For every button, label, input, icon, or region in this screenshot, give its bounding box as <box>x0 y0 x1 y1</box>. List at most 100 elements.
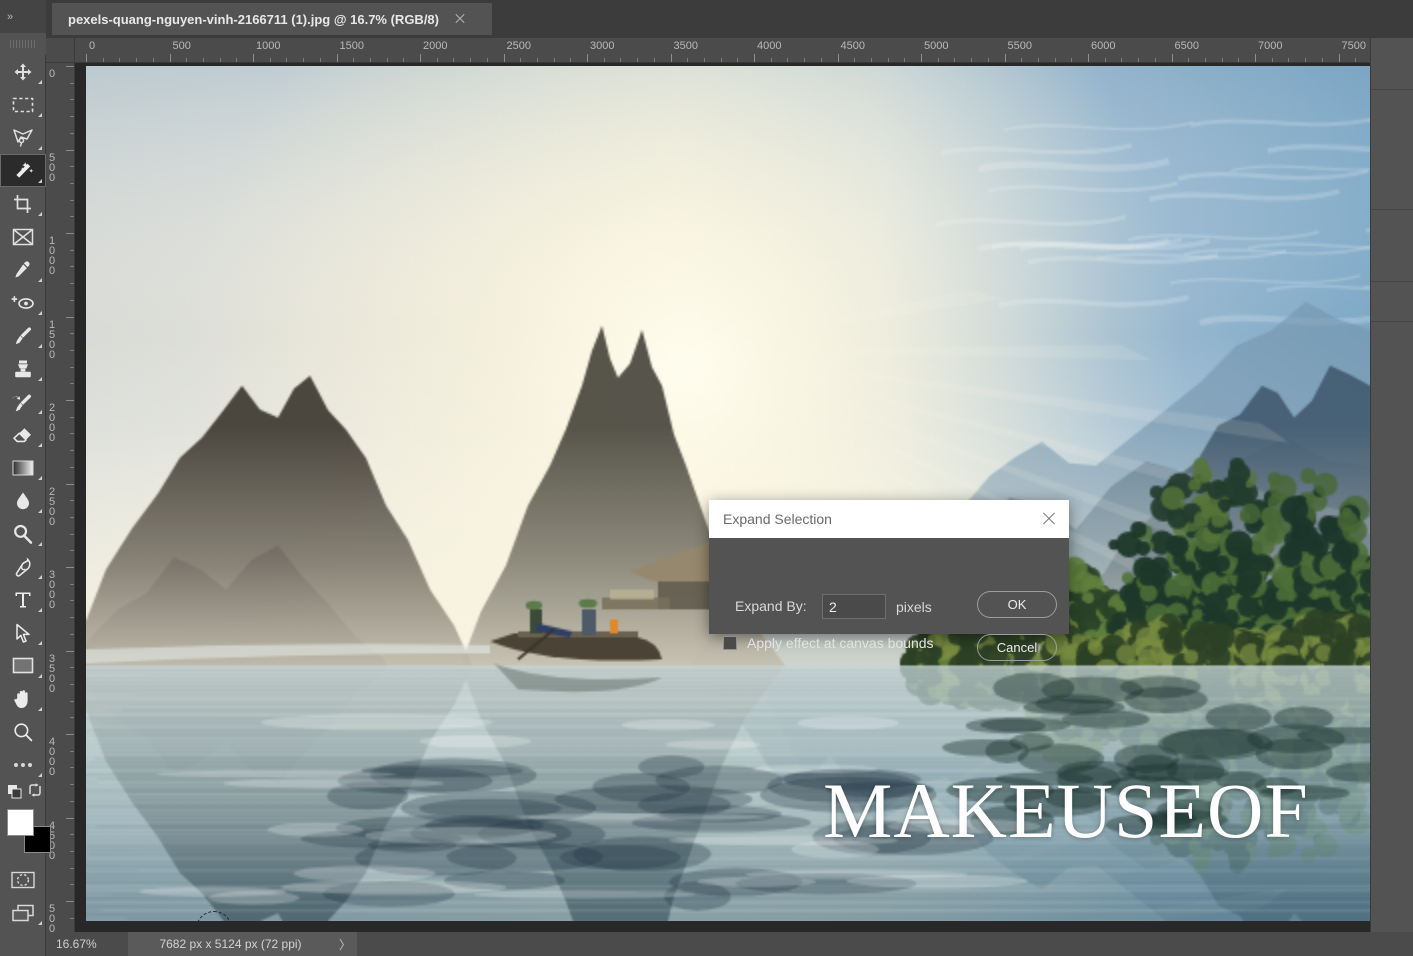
ruler-tick <box>66 734 74 735</box>
ruler-minor-tick <box>453 58 454 62</box>
apply-at-canvas-bounds-checkbox[interactable]: Apply effect at canvas bounds <box>723 635 934 651</box>
move-icon <box>13 62 33 82</box>
dialog-body: Expand By: pixels Apply effect at canvas… <box>709 538 1069 634</box>
ruler-minor-tick <box>220 58 221 62</box>
right-panel-dock[interactable] <box>1370 0 1413 956</box>
ruler-minor-tick <box>70 550 74 551</box>
image-canvas[interactable]: MAKEUSEOF <box>86 66 1370 921</box>
ruler-minor-tick <box>721 58 722 62</box>
ruler-tick <box>66 651 74 652</box>
flyout-corner-icon <box>38 80 42 84</box>
ruler-minor-tick <box>320 58 321 62</box>
frame-tool[interactable] <box>0 220 46 253</box>
status-expand-arrow-icon[interactable]: 〉 <box>333 932 357 956</box>
zoom-level-field[interactable]: 16.67% <box>46 932 128 956</box>
rectangle-shape-icon <box>12 657 34 674</box>
toolbar-drag-handle[interactable] <box>0 33 46 55</box>
magic-wand-tool[interactable] <box>0 154 46 187</box>
expand-selection-dialog[interactable]: Expand Selection Expand By: pixels Apply… <box>709 500 1069 634</box>
ruler-label: 3000 <box>590 40 614 52</box>
document-dimensions-info: 7682 px x 5124 px (72 ppi) <box>128 932 333 956</box>
cancel-button[interactable]: Cancel <box>977 634 1057 661</box>
eraser-icon <box>12 426 34 444</box>
ruler-minor-tick <box>70 667 74 668</box>
horizontal-ruler[interactable]: 0 500 1000 1500 2000 2500 3000 3500 4000 4500 5000… <box>75 38 1370 63</box>
ruler-minor-tick <box>70 600 74 601</box>
document-tab[interactable]: pexels-quang-nguyen-vinh-2166711 (1).jpg… <box>52 3 492 35</box>
spot-healing-tool[interactable] <box>0 286 46 319</box>
ruler-minor-tick <box>403 58 404 62</box>
ruler-label: 0 <box>49 69 59 79</box>
ruler-minor-tick <box>70 517 74 518</box>
eyedropper-icon <box>12 260 34 280</box>
edit-toolbar-button[interactable] <box>0 748 46 781</box>
brush-tool[interactable] <box>0 319 46 352</box>
swap-colors-icon[interactable] <box>28 783 42 797</box>
ruler-tick <box>420 54 421 62</box>
ruler-minor-tick <box>1055 58 1056 62</box>
lasso-tool[interactable] <box>0 121 46 154</box>
ruler-tick <box>170 54 171 62</box>
close-icon[interactable] <box>1041 511 1057 527</box>
ruler-minor-tick <box>70 367 74 368</box>
eraser-tool[interactable] <box>0 418 46 451</box>
flyout-corner-icon <box>38 113 42 117</box>
canvas-area[interactable]: MAKEUSEOF <box>75 63 1370 932</box>
ruler-minor-tick <box>70 851 74 852</box>
checkbox-box-icon[interactable] <box>723 636 737 650</box>
zoom-tool[interactable] <box>0 715 46 748</box>
eyedropper-tool[interactable] <box>0 253 46 286</box>
hand-tool[interactable] <box>0 682 46 715</box>
ruler-minor-tick <box>70 200 74 201</box>
right-dock-slot[interactable] <box>1371 210 1413 282</box>
history-brush-tool[interactable] <box>0 385 46 418</box>
pen-tool[interactable] <box>0 550 46 583</box>
right-dock-slot[interactable] <box>1371 90 1413 210</box>
crop-tool[interactable] <box>0 187 46 220</box>
ruler-tick <box>66 150 74 151</box>
ruler-label: 3 5 0 0 <box>49 654 59 694</box>
screen-mode-button[interactable] <box>0 896 46 929</box>
clone-stamp-tool[interactable] <box>0 352 46 385</box>
right-dock-slot[interactable] <box>1371 38 1413 90</box>
ruler-minor-tick <box>70 183 74 184</box>
ruler-minor-tick <box>70 266 74 267</box>
ruler-label: 4000 <box>757 40 781 52</box>
shape-tool[interactable] <box>0 649 46 682</box>
default-colors-icon[interactable] <box>8 785 22 799</box>
ruler-tick <box>587 54 588 62</box>
quick-mask-button[interactable] <box>0 863 46 896</box>
gradient-tool[interactable] <box>0 451 46 484</box>
blur-tool[interactable] <box>0 484 46 517</box>
vertical-ruler[interactable]: 0 5 0 0 1 0 0 0 1 5 0 0 2 0 0 0 2 5 0 0 3 0 0 … <box>46 63 75 932</box>
marquee-tool[interactable] <box>0 88 46 121</box>
flyout-corner-icon <box>38 773 42 777</box>
expand-by-input[interactable] <box>822 594 886 619</box>
type-tool[interactable] <box>0 583 46 616</box>
ruler-minor-tick <box>70 417 74 418</box>
ruler-minor-tick <box>70 333 74 334</box>
flyout-corner-icon <box>38 212 42 216</box>
ruler-minor-tick <box>70 116 74 117</box>
flyout-corner-icon <box>38 921 42 925</box>
ruler-minor-tick <box>1222 58 1223 62</box>
move-tool[interactable] <box>0 55 46 88</box>
ruler-minor-tick <box>821 58 822 62</box>
path-selection-tool[interactable] <box>0 616 46 649</box>
ruler-tick <box>253 54 254 62</box>
dodge-tool[interactable] <box>0 517 46 550</box>
ruler-corner[interactable] <box>46 38 75 63</box>
ruler-minor-tick <box>637 58 638 62</box>
ruler-minor-tick <box>1272 58 1273 62</box>
right-dock-slot[interactable] <box>1371 282 1413 322</box>
ruler-minor-tick <box>70 634 74 635</box>
foreground-color-swatch[interactable] <box>7 809 34 836</box>
ruler-minor-tick <box>804 58 805 62</box>
dialog-titlebar[interactable]: Expand Selection <box>709 500 1069 538</box>
ok-button[interactable]: OK <box>977 591 1057 618</box>
close-icon[interactable] <box>453 12 467 26</box>
tools-panel: » <box>0 0 46 956</box>
ruler-tick <box>504 54 505 62</box>
ruler-tick <box>66 901 74 902</box>
collapse-panel-button[interactable]: » <box>0 0 46 33</box>
